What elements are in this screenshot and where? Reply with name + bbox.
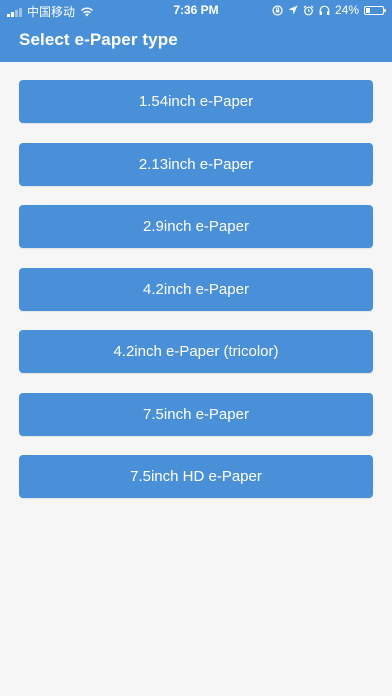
alarm-icon [303, 5, 314, 16]
headphones-icon [319, 5, 330, 16]
epaper-type-button[interactable]: 2.9inch e-Paper [19, 205, 373, 248]
status-bar: 中国移动 7:36 PM 24% [0, 0, 392, 20]
epaper-type-button[interactable]: 4.2inch e-Paper (tricolor) [19, 330, 373, 373]
app-header: 中国移动 7:36 PM 24% Select e-Paper type [0, 0, 392, 62]
rotation-lock-icon [272, 4, 283, 16]
location-icon [288, 5, 298, 15]
epaper-type-button[interactable]: 4.2inch e-Paper [19, 267, 373, 311]
epaper-type-button[interactable]: 1.54inch e-Paper [19, 80, 373, 123]
epaper-type-button[interactable]: 7.5inch HD e-Paper [19, 455, 373, 498]
epaper-type-button[interactable]: 2.13inch e-Paper [19, 142, 373, 186]
epaper-type-button[interactable]: 7.5inch e-Paper [19, 392, 373, 436]
epaper-type-list: 1.54inch e-Paper 2.13inch e-Paper 2.9inch … [19, 80, 373, 518]
page-title: Select e-Paper type [19, 30, 178, 49]
battery-percent: 24% [334, 3, 359, 17]
battery-icon [364, 5, 386, 15]
battery-level [366, 7, 370, 13]
status-bar-right: 24% [272, 3, 386, 17]
